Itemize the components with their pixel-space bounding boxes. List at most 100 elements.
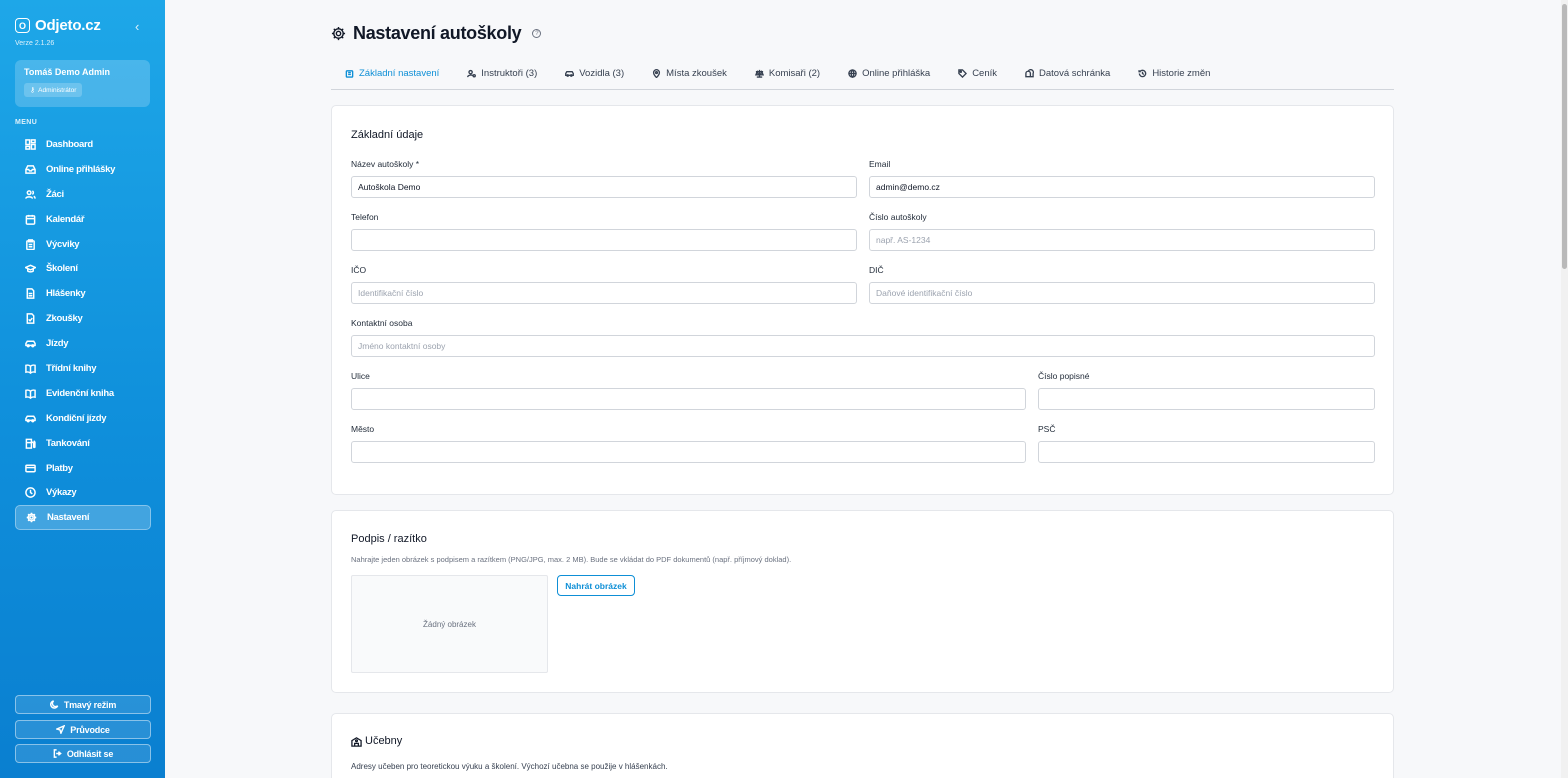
globe-icon bbox=[848, 69, 857, 78]
credit-card-icon bbox=[24, 462, 36, 474]
house-number-label: Číslo popisné bbox=[1038, 371, 1090, 381]
sidebar-item-label: Žáci bbox=[46, 188, 64, 200]
tab-datova-schranka[interactable]: Datová schránka bbox=[1011, 64, 1124, 83]
signature-description: Nahrajte jeden obrázek s podpisem a razí… bbox=[351, 555, 792, 564]
tab-label: Místa zkoušek bbox=[666, 68, 727, 79]
sidebar-item-hlasenky[interactable]: Hlášenky bbox=[15, 281, 151, 306]
contact-person-input[interactable]: Jméno kontaktní osoby bbox=[351, 335, 1375, 357]
sidebar-item-label: Jízdy bbox=[46, 338, 69, 350]
collapse-sidebar-icon[interactable]: ‹ bbox=[135, 19, 139, 34]
upload-image-button[interactable]: Nahrát obrázek bbox=[557, 575, 635, 596]
logout-button[interactable]: Odhlásit se bbox=[15, 744, 151, 763]
tab-cenik[interactable]: Ceník bbox=[944, 64, 1011, 83]
email-input[interactable]: admin@demo.cz bbox=[869, 176, 1375, 198]
car-icon bbox=[24, 412, 36, 424]
school-number-input[interactable]: např. AS-1234 bbox=[869, 229, 1375, 251]
tab-instruktori[interactable]: Instruktoři (3) bbox=[453, 64, 551, 83]
role-badge: ⚷ Administrátor bbox=[24, 83, 83, 97]
sidebar-item-label: Třídní knihy bbox=[46, 362, 97, 374]
brand-logo-icon: O bbox=[15, 18, 30, 33]
file-check-icon bbox=[24, 313, 36, 325]
classrooms-header: Učebny bbox=[351, 735, 402, 747]
guide-button[interactable]: Průvodce bbox=[15, 720, 151, 739]
tab-zakladni-nastaveni[interactable]: Základní nastavení bbox=[331, 64, 453, 83]
sidebar-item-zkousky[interactable]: Zkoušky bbox=[15, 306, 151, 331]
gear-icon bbox=[25, 512, 37, 524]
tab-vozidla[interactable]: Vozidla (3) bbox=[551, 64, 638, 83]
tag-icon bbox=[958, 69, 968, 78]
tab-mista-zkousek[interactable]: Místa zkoušek bbox=[638, 64, 741, 83]
page-scrollbar[interactable] bbox=[1561, 0, 1568, 778]
logout-label: Odhlásit se bbox=[66, 748, 114, 759]
sidebar-item-evidencni-kniha[interactable]: Evidenční kniha bbox=[15, 381, 151, 406]
sidebar-item-label: Dashboard bbox=[46, 138, 93, 150]
sidebar-item-label: Kondiční jízdy bbox=[46, 412, 107, 424]
ico-input[interactable]: Identifikační číslo bbox=[351, 282, 857, 304]
book-open-icon bbox=[24, 362, 36, 374]
sidebar-item-online-prihlasky[interactable]: Online přihlášky bbox=[15, 157, 151, 182]
tab-historie-zmen[interactable]: Historie změn bbox=[1124, 64, 1224, 83]
user-card: Tomáš Demo Admin ⚷ Administrátor bbox=[15, 60, 150, 107]
dark-mode-label: Tmavý režim bbox=[63, 699, 117, 710]
tab-label: Základní nastavení bbox=[359, 68, 440, 79]
sidebar-item-kondicni-jizdy[interactable]: Kondiční jízdy bbox=[15, 406, 151, 431]
app-version: Verze 2.1.26 bbox=[15, 40, 55, 47]
role-label: Administrátor bbox=[38, 86, 77, 94]
menu-label: MENU bbox=[15, 119, 38, 126]
sidebar-item-label: Školení bbox=[46, 263, 78, 275]
zip-label: PSČ bbox=[1038, 424, 1056, 434]
house-number-input[interactable] bbox=[1038, 388, 1375, 410]
inbox-icon bbox=[24, 163, 36, 175]
document-icon bbox=[24, 288, 36, 300]
sidebar-item-tridni-knihy[interactable]: Třídní knihy bbox=[15, 356, 151, 381]
sidebar-item-zaci[interactable]: Žáci bbox=[15, 182, 151, 207]
sidebar-item-kalendar[interactable]: Kalendář bbox=[15, 207, 151, 232]
scrollbar-thumb[interactable] bbox=[1562, 4, 1567, 269]
brand[interactable]: O Odjeto.cz bbox=[15, 17, 101, 34]
sidebar-item-vykazy[interactable]: Výkazy bbox=[15, 480, 151, 505]
sidebar-item-jizdy[interactable]: Jízdy bbox=[15, 331, 151, 356]
user-cog-icon bbox=[467, 69, 477, 78]
help-icon[interactable]: ? bbox=[532, 29, 542, 38]
sidebar-item-nastaveni[interactable]: Nastavení bbox=[15, 505, 151, 531]
signature-title: Podpis / razítko bbox=[351, 533, 427, 545]
tab-online-prihlaska[interactable]: Online přihláška bbox=[834, 64, 944, 83]
key-icon: ⚷ bbox=[30, 87, 36, 94]
sidebar-item-dashboard[interactable]: Dashboard bbox=[15, 132, 151, 157]
fuel-icon bbox=[24, 437, 36, 449]
sidebar-item-vycviky[interactable]: Výcviky bbox=[15, 232, 151, 257]
tab-label: Ceník bbox=[972, 68, 998, 79]
phone-input[interactable] bbox=[351, 229, 857, 251]
school-name-input[interactable]: Autoškola Demo bbox=[351, 176, 857, 198]
sidebar-item-platby[interactable]: Platby bbox=[15, 456, 151, 481]
sidebar-item-tankovani[interactable]: Tankování bbox=[15, 431, 151, 456]
sidebar-item-skoleni[interactable]: Školení bbox=[15, 256, 151, 281]
tab-label: Datová schránka bbox=[1039, 68, 1111, 79]
clipboard-icon bbox=[24, 238, 36, 250]
guide-label: Průvodce bbox=[70, 724, 110, 735]
tab-label: Online přihláška bbox=[862, 68, 931, 79]
brand-name: Odjeto.cz bbox=[35, 17, 101, 34]
moon-icon bbox=[49, 700, 59, 709]
dic-input[interactable]: Daňové identifikační číslo bbox=[869, 282, 1375, 304]
calendar-icon bbox=[24, 213, 36, 225]
dark-mode-button[interactable]: Tmavý režim bbox=[15, 695, 151, 714]
logout-icon bbox=[53, 749, 62, 758]
car-icon bbox=[24, 338, 36, 350]
tab-label: Komisaři (2) bbox=[768, 68, 821, 79]
settings-tabs: Základní nastavení Instruktoři (3) Vozid… bbox=[331, 64, 1394, 90]
city-input[interactable] bbox=[351, 441, 1026, 463]
signature-preview: Žádný obrázek bbox=[351, 575, 548, 673]
street-input[interactable] bbox=[351, 388, 1026, 410]
sidebar-item-label: Platby bbox=[46, 462, 73, 474]
sidebar-item-label: Online přihlášky bbox=[46, 163, 116, 175]
history-icon bbox=[1138, 69, 1147, 78]
sidebar-item-label: Výcviky bbox=[46, 238, 80, 250]
tab-label: Instruktoři (3) bbox=[481, 68, 538, 79]
sidebar-item-label: Nastavení bbox=[47, 512, 90, 524]
book-icon bbox=[24, 387, 36, 399]
zip-input[interactable] bbox=[1038, 441, 1375, 463]
tab-komisari[interactable]: Komisaři (2) bbox=[741, 64, 834, 83]
sidebar-item-label: Tankování bbox=[46, 437, 90, 449]
dic-label: DIČ bbox=[869, 265, 884, 275]
